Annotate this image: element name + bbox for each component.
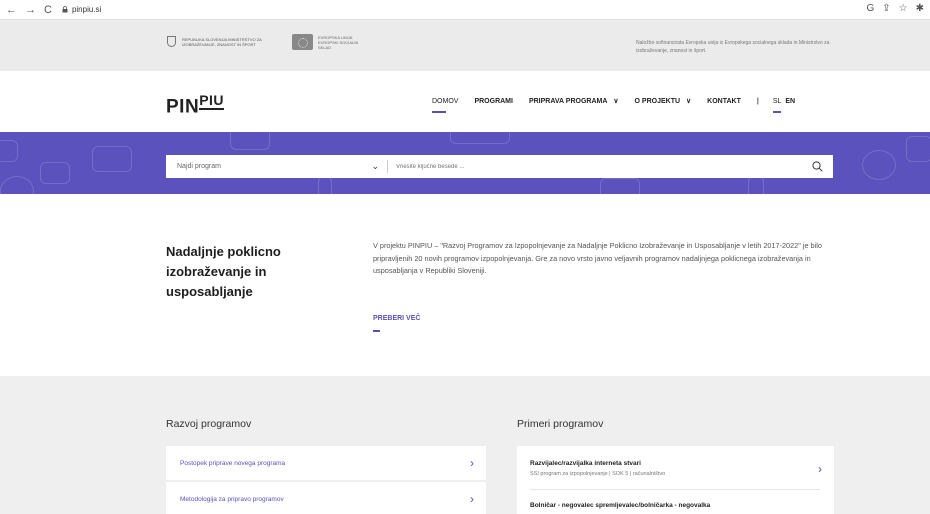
lock-icon bbox=[62, 6, 68, 13]
crest-icon bbox=[167, 36, 176, 47]
back-icon[interactable]: ← bbox=[6, 4, 17, 16]
intro-text: V projektu PINPIU – "Razvoj Programov za… bbox=[373, 241, 822, 275]
star-icon[interactable]: ☆ bbox=[899, 3, 908, 14]
read-more-link[interactable]: PREBERI VEČ bbox=[373, 315, 420, 332]
decor-shape bbox=[92, 146, 132, 172]
site-header: PINPIU DOMOV PROGRAMI PRIPRAVA PROGRAMA ∨… bbox=[0, 71, 930, 132]
nav-priprava[interactable]: PRIPRAVA PROGRAMA ∨ bbox=[529, 97, 619, 105]
intro-title: Nadaljnje poklicno izobraževanje in uspo… bbox=[166, 244, 281, 299]
chevron-down-icon: ∨ bbox=[613, 98, 619, 105]
chevron-down-icon: ⌄ bbox=[371, 161, 379, 171]
chevron-right-icon: › bbox=[470, 456, 474, 470]
chevron-right-icon[interactable]: › bbox=[818, 462, 822, 476]
share-icon[interactable]: ⇪ bbox=[882, 3, 890, 14]
programs-section: Razvoj programov Postopek priprave noveg… bbox=[0, 376, 930, 514]
browser-actions: G ⇪ ☆ ✱ bbox=[866, 3, 924, 14]
search-icon bbox=[811, 161, 823, 172]
examples-list: Razvijalec/razvijalka interneta stvari S… bbox=[517, 446, 834, 514]
decor-shape bbox=[0, 176, 34, 194]
dev-item-metodologija[interactable]: Metodologija za pripravo programov › bbox=[166, 482, 486, 514]
decor-shape bbox=[230, 132, 270, 150]
decor-shape bbox=[0, 140, 18, 162]
lang-en[interactable]: EN bbox=[785, 98, 795, 105]
eu-flag-icon bbox=[292, 34, 313, 50]
dev-item-label: Postopek priprave novega programa bbox=[180, 459, 286, 467]
example-item[interactable]: Razvijalec/razvijalka interneta stvari S… bbox=[530, 460, 820, 477]
reload-icon[interactable]: C bbox=[44, 4, 52, 16]
browser-nav: ← → C bbox=[0, 4, 52, 16]
nav-domov[interactable]: DOMOV bbox=[432, 98, 458, 113]
logo-piu: PIU bbox=[199, 92, 225, 110]
decor-shape bbox=[450, 132, 510, 144]
nav-projekt-label: O PROJEKTU bbox=[634, 98, 681, 105]
decor-shape bbox=[748, 176, 764, 194]
chevron-right-icon: › bbox=[470, 492, 474, 506]
decor-shape bbox=[40, 162, 70, 184]
nav-kontakt[interactable]: KONTAKT bbox=[707, 98, 741, 105]
search-band: Najdi program ⌄ bbox=[0, 132, 930, 194]
logo-pin: PIN bbox=[166, 96, 200, 118]
main-nav: DOMOV PROGRAMI PRIPRAVA PROGRAMA ∨ O PROJ… bbox=[432, 97, 799, 113]
example-title: Bolničar - negovalec spremljevalec/bolni… bbox=[530, 502, 711, 509]
example-meta: SSI program za izpopolnjevanje | SOK 5 |… bbox=[530, 471, 666, 477]
site-logo[interactable]: PINPIU bbox=[166, 92, 225, 118]
decor-shape bbox=[862, 150, 896, 180]
ministry-logo: Republika Slovenija Ministrstvo za izobr… bbox=[167, 36, 268, 47]
nav-programi[interactable]: PROGRAMI bbox=[474, 98, 513, 105]
search-box: Najdi program ⌄ bbox=[166, 155, 833, 178]
decor-shape bbox=[600, 178, 640, 194]
google-icon[interactable]: G bbox=[866, 3, 874, 14]
browser-toolbar: ← → C pinpiu.si G ⇪ ☆ ✱ bbox=[0, 0, 930, 20]
dev-item-label: Metodologija za pripravo programov bbox=[180, 495, 284, 503]
search-input[interactable] bbox=[388, 163, 805, 170]
funding-strip: Republika Slovenija Ministrstvo za izobr… bbox=[0, 20, 930, 71]
decor-shape bbox=[906, 136, 930, 162]
search-button[interactable] bbox=[805, 161, 829, 172]
ministry-name: Republika Slovenija Ministrstvo za izobr… bbox=[182, 36, 262, 47]
eu-logo: Evropska unija Evropski socialni sklad bbox=[292, 34, 368, 50]
funding-note: Naložbo sofinancirata Evropska unija iz … bbox=[636, 40, 830, 54]
address-bar[interactable]: pinpiu.si bbox=[62, 5, 101, 14]
examples-title: Primeri programov bbox=[517, 418, 604, 430]
url-text: pinpiu.si bbox=[71, 5, 102, 14]
nav-separator: | bbox=[756, 97, 759, 105]
example-item[interactable]: Bolničar - negovalec spremljevalec/bolni… bbox=[530, 502, 820, 509]
decor-shape bbox=[318, 176, 332, 194]
program-select[interactable]: Najdi program ⌄ bbox=[166, 161, 387, 172]
eu-name: Evropska unija Evropski socialni sklad bbox=[318, 34, 359, 50]
example-title: Razvijalec/razvijalka interneta stvari bbox=[530, 460, 641, 467]
extension-icon[interactable]: ✱ bbox=[916, 3, 924, 14]
program-select-label: Najdi program bbox=[177, 163, 221, 170]
chevron-down-icon: ∨ bbox=[686, 98, 692, 105]
forward-icon[interactable]: → bbox=[25, 4, 36, 16]
development-title: Razvoj programov bbox=[166, 418, 252, 430]
dev-item-postopek[interactable]: Postopek priprave novega programa › bbox=[166, 446, 486, 480]
lang-sl[interactable]: SL bbox=[772, 98, 781, 113]
nav-priprava-label: PRIPRAVA PROGRAMA bbox=[528, 98, 608, 105]
divider bbox=[530, 489, 820, 490]
nav-projekt[interactable]: O PROJEKTU ∨ bbox=[635, 97, 692, 105]
